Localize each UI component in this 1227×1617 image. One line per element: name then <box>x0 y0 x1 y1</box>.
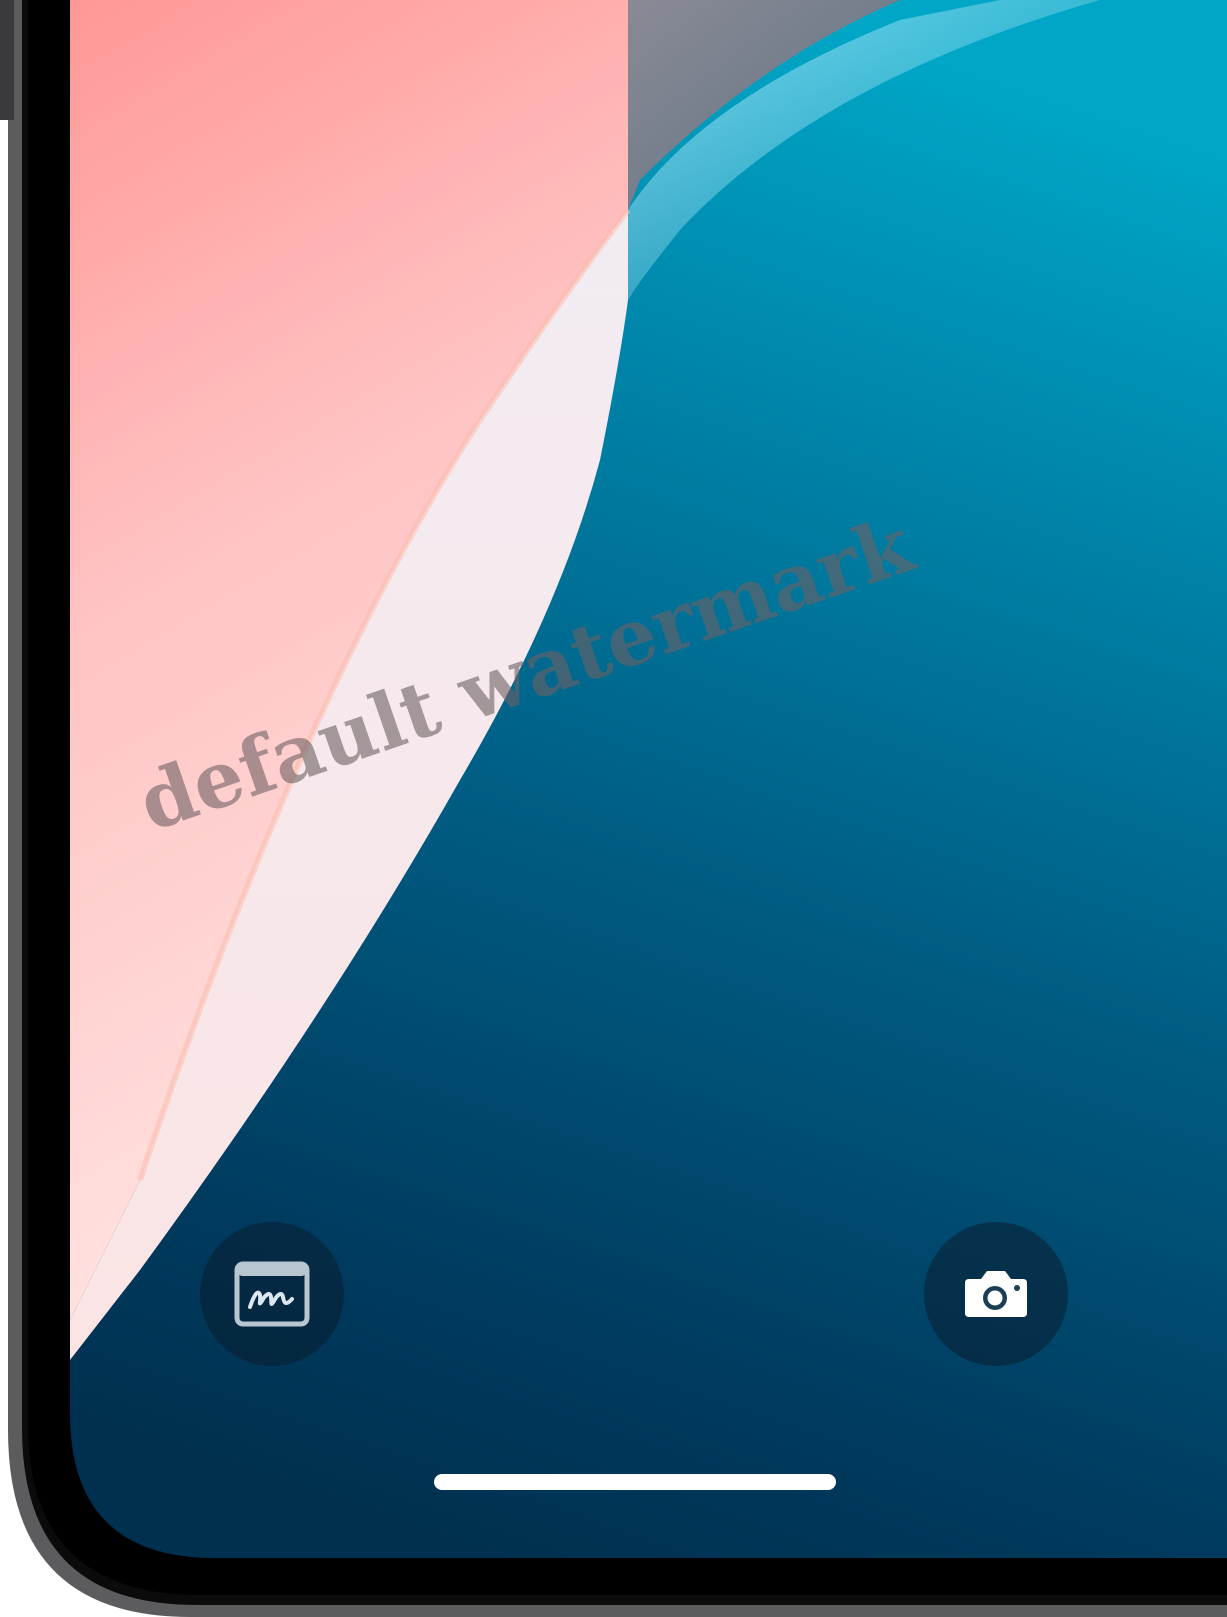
signature-icon <box>234 1261 310 1327</box>
camera-icon <box>965 1271 1027 1317</box>
phone-screenshot: default watermark <box>0 0 1227 1617</box>
phone-frame <box>0 0 1227 1617</box>
signature-shortcut-button[interactable] <box>200 1222 344 1366</box>
camera-shortcut-button[interactable] <box>924 1222 1068 1366</box>
home-indicator[interactable] <box>434 1474 836 1490</box>
